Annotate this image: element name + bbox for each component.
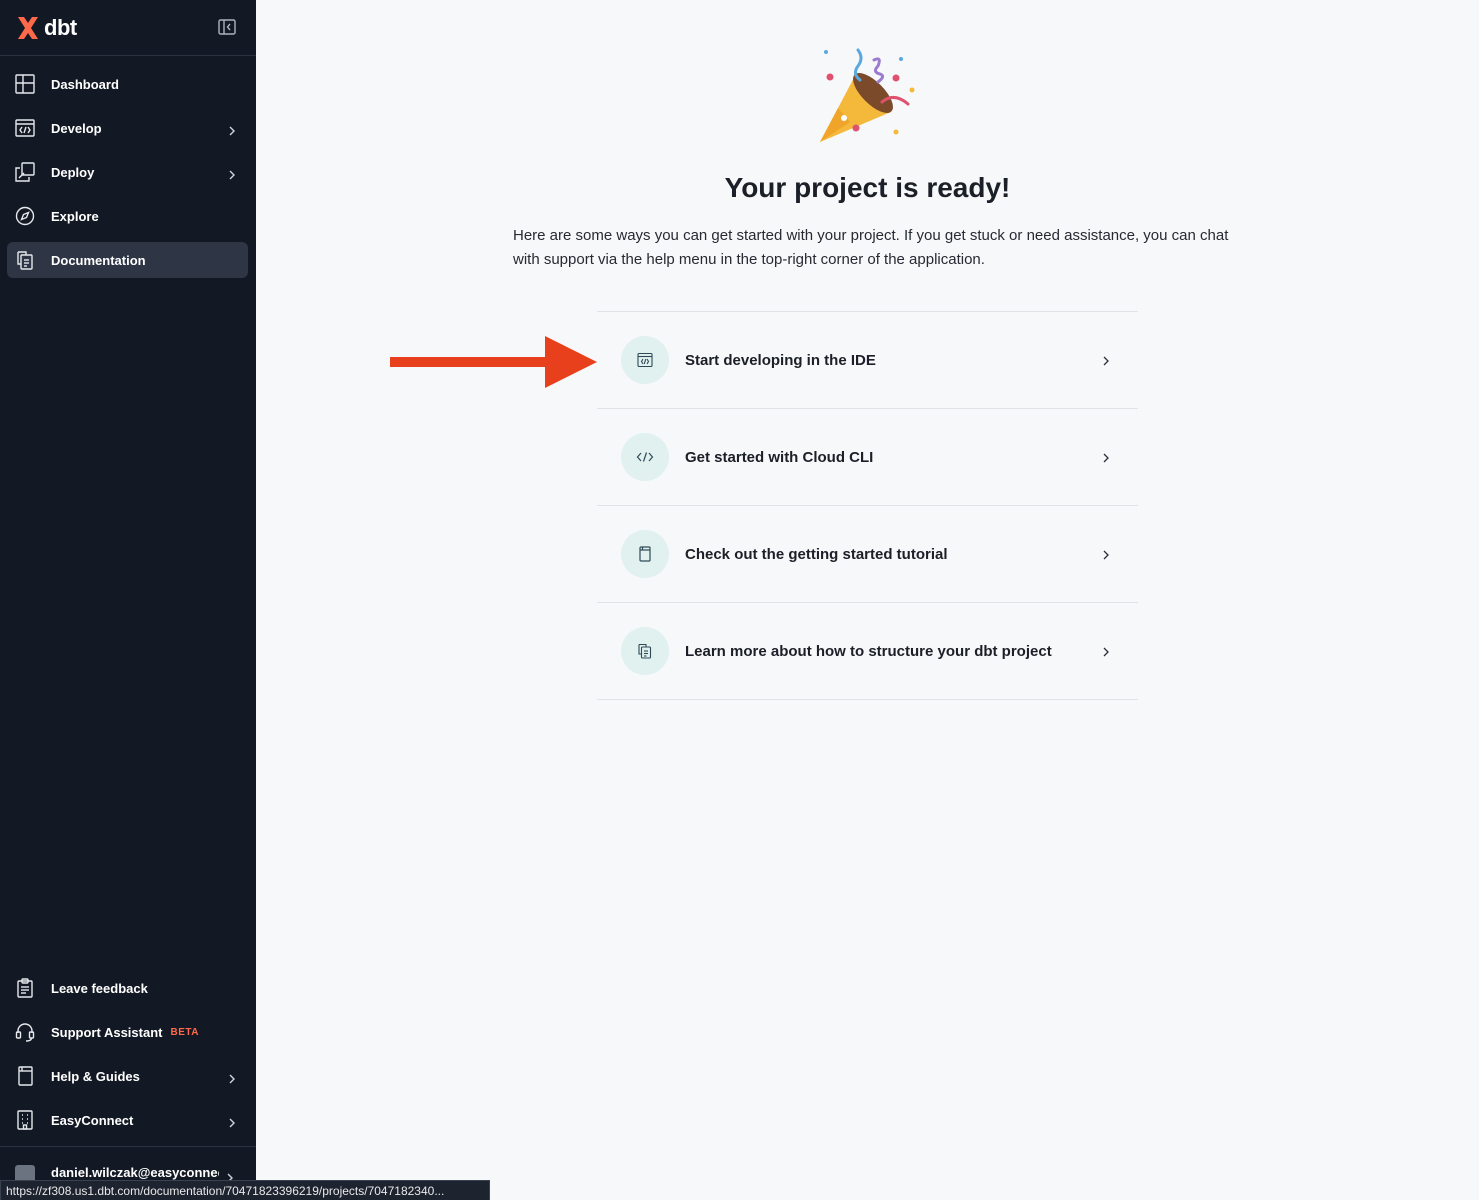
sidebar-item-label: Documentation bbox=[51, 252, 146, 268]
book-icon bbox=[15, 1066, 35, 1086]
sidebar-item-label: Explore bbox=[51, 208, 99, 224]
getting-started-options: Start developing in the IDE Get started … bbox=[597, 311, 1138, 700]
sidebar-item-label: Deploy bbox=[51, 164, 95, 180]
option-structure-project[interactable]: Learn more about how to structure your d… bbox=[597, 603, 1138, 700]
page-subtitle: Here are some ways you can get started w… bbox=[513, 227, 1229, 268]
user-email: daniel.wilczak@easyconnec bbox=[51, 1165, 219, 1180]
sidebar: dbt Dashboard Develop Deploy Explore Doc… bbox=[0, 0, 256, 1200]
option-label: Start developing in the IDE bbox=[685, 351, 876, 369]
brand-header: dbt bbox=[0, 0, 256, 56]
sidebar-item-develop[interactable]: Develop bbox=[7, 110, 248, 146]
compass-icon bbox=[15, 206, 35, 226]
chevron-right-icon bbox=[1102, 451, 1110, 463]
sidebar-item-label: Help & Guides bbox=[51, 1068, 140, 1084]
headset-icon bbox=[15, 1022, 35, 1042]
sidebar-item-label: Leave feedback bbox=[51, 980, 148, 996]
chevron-right-icon bbox=[1102, 645, 1110, 657]
code-window-icon bbox=[15, 118, 35, 138]
collapse-sidebar-icon[interactable] bbox=[218, 19, 236, 35]
sidebar-item-dashboard[interactable]: Dashboard bbox=[7, 66, 248, 102]
code-window-icon bbox=[621, 336, 669, 384]
chevron-right-icon bbox=[228, 1115, 236, 1128]
book-icon bbox=[621, 530, 669, 578]
option-cloud-cli[interactable]: Get started with Cloud CLI bbox=[597, 409, 1138, 506]
option-label: Check out the getting started tutorial bbox=[685, 545, 948, 563]
chevron-right-icon bbox=[228, 123, 236, 136]
option-getting-started-tutorial[interactable]: Check out the getting started tutorial bbox=[597, 506, 1138, 603]
sidebar-item-label: EasyConnect bbox=[51, 1112, 134, 1128]
option-label: Learn more about how to structure your d… bbox=[685, 642, 1052, 660]
building-icon bbox=[15, 1110, 35, 1130]
sidebar-bottom-nav: Leave feedback Support Assistant BETA He… bbox=[0, 966, 256, 1146]
sidebar-item-explore[interactable]: Explore bbox=[7, 198, 248, 234]
dashboard-icon bbox=[15, 74, 35, 94]
option-label: Get started with Cloud CLI bbox=[685, 448, 874, 466]
option-start-developing-ide[interactable]: Start developing in the IDE bbox=[597, 312, 1138, 409]
sidebar-item-leave-feedback[interactable]: Leave feedback bbox=[7, 970, 248, 1006]
sidebar-item-help-guides[interactable]: Help & Guides bbox=[7, 1058, 248, 1094]
sidebar-item-support-assistant[interactable]: Support Assistant BETA bbox=[7, 1014, 248, 1050]
documents-icon bbox=[15, 250, 35, 270]
sidebar-item-label: Dashboard bbox=[51, 76, 119, 92]
annotation-arrow bbox=[390, 336, 597, 388]
main-content: Your project is ready! Here are some way… bbox=[256, 0, 1479, 1200]
deploy-icon bbox=[15, 162, 35, 182]
sidebar-item-label: Support Assistant bbox=[51, 1024, 163, 1040]
sidebar-nav: Dashboard Develop Deploy Explore Documen… bbox=[0, 56, 256, 278]
chevron-right-icon bbox=[226, 1170, 234, 1183]
dbt-logo-icon[interactable] bbox=[15, 15, 41, 41]
sidebar-item-documentation[interactable]: Documentation bbox=[7, 242, 248, 278]
clipboard-icon bbox=[15, 978, 35, 998]
documents-icon bbox=[621, 627, 669, 675]
page-title: Your project is ready! bbox=[724, 172, 1011, 203]
chevron-right-icon bbox=[1102, 354, 1110, 366]
chevron-right-icon bbox=[1102, 548, 1110, 560]
beta-badge: BETA bbox=[170, 1026, 199, 1038]
sidebar-item-label: Develop bbox=[51, 120, 102, 136]
sidebar-item-easyconnect[interactable]: EasyConnect bbox=[7, 1102, 248, 1138]
party-popper-icon bbox=[816, 44, 920, 150]
brand-name[interactable]: dbt bbox=[44, 15, 77, 41]
code-brackets-icon bbox=[621, 433, 669, 481]
chevron-right-icon bbox=[228, 1071, 236, 1084]
chevron-right-icon bbox=[228, 167, 236, 180]
sidebar-item-deploy[interactable]: Deploy bbox=[7, 154, 248, 190]
